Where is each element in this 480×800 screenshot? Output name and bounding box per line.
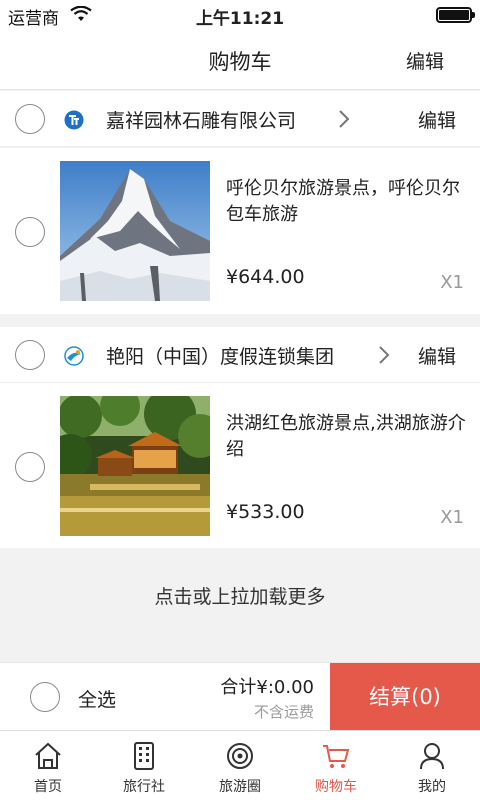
select-all-radio[interactable]: [30, 682, 60, 712]
company-logo-icon: [64, 346, 84, 366]
item-quantity: X1: [440, 507, 464, 528]
item-title[interactable]: 呼伦贝尔旅游景点，呼伦贝尔包车旅游: [226, 176, 466, 228]
tab-home[interactable]: 首页: [0, 731, 96, 800]
item-title[interactable]: 洪湖红色旅游景点,洪湖旅游介绍: [226, 411, 466, 463]
nav-bar: 购物车 编辑: [0, 30, 480, 90]
cart-icon: [323, 745, 350, 768]
clock: 上午11:21: [195, 9, 285, 29]
company-logo-icon: [64, 110, 84, 130]
tab-bar: 首页 旅行社 旅游圈 购物车 我的: [0, 730, 480, 800]
store-name[interactable]: 艳阳（中国）度假连锁集团: [106, 342, 334, 369]
item-price: ¥644.00: [226, 266, 305, 288]
tab-label: 购物车: [315, 779, 357, 795]
building-icon: [134, 742, 154, 770]
pavilion-lake-photo[interactable]: [60, 396, 210, 536]
store-select-radio[interactable]: [15, 104, 45, 134]
circle-target-icon: [227, 743, 253, 769]
tab-cart[interactable]: 购物车: [288, 731, 384, 800]
chevron-right-icon[interactable]: [334, 108, 354, 130]
item-price: ¥533.00: [226, 501, 305, 523]
checkout-button[interactable]: 结算(0): [330, 663, 480, 731]
tab-label: 旅行社: [123, 779, 165, 795]
store-edit-button[interactable]: 编辑: [418, 342, 456, 369]
item-select-radio[interactable]: [15, 452, 45, 482]
store-header[interactable]: 艳阳（中国）度假连锁集团 编辑: [0, 327, 480, 383]
tab-travel-agency[interactable]: 旅行社: [96, 731, 192, 800]
total-price: 合计¥:0.00: [220, 677, 314, 698]
cart-item[interactable]: 呼伦贝尔旅游景点，呼伦贝尔包车旅游 ¥644.00 X1: [0, 148, 480, 314]
chevron-right-icon[interactable]: [374, 344, 394, 366]
status-bar: 运营商 上午11:21: [0, 0, 480, 30]
checkout-bar: 全选 合计¥:0.00 不含运费 结算(0): [0, 662, 480, 731]
select-all-label[interactable]: 全选: [78, 685, 116, 712]
person-icon: [420, 743, 444, 770]
store-name[interactable]: 嘉祥园林石雕有限公司: [106, 106, 296, 133]
shipping-note: 不含运费: [253, 703, 314, 721]
home-icon: [35, 742, 61, 769]
battery-icon: [436, 7, 475, 23]
cart-item[interactable]: 洪湖红色旅游景点,洪湖旅游介绍 ¥533.00 X1: [0, 383, 480, 549]
tab-label: 我的: [418, 779, 446, 795]
store-select-radio[interactable]: [15, 340, 45, 370]
tab-mine[interactable]: 我的: [384, 731, 480, 800]
edit-button[interactable]: 编辑: [406, 47, 444, 74]
tab-label: 旅游圈: [219, 779, 261, 795]
store-edit-button[interactable]: 编辑: [418, 106, 456, 133]
load-more-button[interactable]: 点击或上拉加载更多: [0, 548, 480, 662]
mountain-photo[interactable]: [60, 161, 210, 301]
store-header[interactable]: 嘉祥园林石雕有限公司 编辑: [0, 91, 480, 147]
item-select-radio[interactable]: [15, 217, 45, 247]
tab-label: 首页: [34, 779, 62, 795]
item-quantity: X1: [440, 272, 464, 293]
tab-travel-circle[interactable]: 旅游圈: [192, 731, 288, 800]
